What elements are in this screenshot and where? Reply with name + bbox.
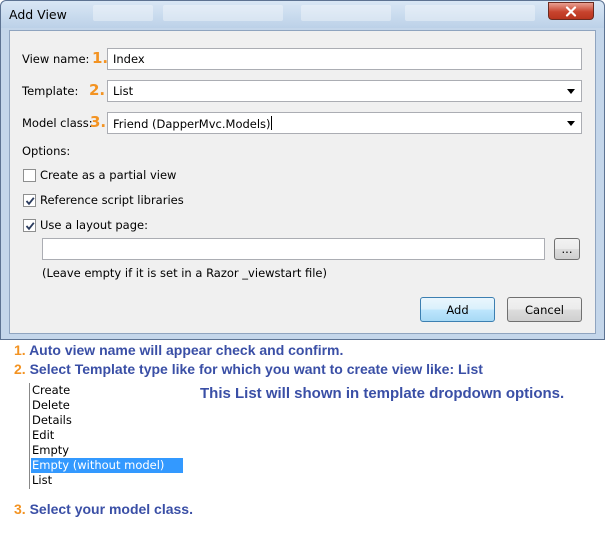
partial-view-label: Create as a partial view (40, 168, 177, 182)
list-item[interactable]: Delete (31, 398, 183, 413)
cancel-button[interactable]: Cancel (507, 297, 582, 322)
marker-three: 3. (90, 113, 107, 131)
view-name-input[interactable]: Index (107, 48, 582, 70)
list-note: This List will shown in template dropdow… (200, 385, 565, 402)
title-bar[interactable]: Add View (1, 1, 604, 28)
background-tab (405, 5, 535, 21)
browse-label: ... (561, 242, 573, 256)
model-class-dropdown[interactable]: Friend (DapperMvc.Models) (107, 112, 582, 134)
browse-button[interactable]: ... (554, 238, 580, 260)
close-button[interactable] (548, 2, 594, 20)
chevron-down-icon (567, 121, 575, 126)
text-caret (270, 116, 272, 130)
partial-view-checkbox[interactable] (23, 169, 36, 182)
script-libraries-label: Reference script libraries (40, 193, 184, 207)
list-item-selected[interactable]: Empty (without model) (31, 458, 183, 473)
template-options-list: Create Delete Details Edit Empty Empty (… (29, 383, 185, 489)
layout-hint: (Leave empty if it is set in a Razor _vi… (42, 266, 327, 280)
instruction-step-1: 1. Auto view name will appear check and … (14, 342, 343, 358)
add-button-label: Add (446, 302, 469, 317)
instruction-step-2: 2. Select Template type like for which y… (14, 361, 483, 377)
list-item[interactable]: Edit (31, 428, 183, 443)
checkmark-icon (25, 222, 35, 231)
step-3-number: 3. (14, 501, 26, 517)
script-libraries-checkbox[interactable] (23, 194, 36, 207)
layout-page-label: Use a layout page: (40, 218, 148, 232)
template-dropdown[interactable]: List (107, 80, 582, 102)
list-item[interactable]: Create (31, 383, 183, 398)
instruction-step-3: 3. Select your model class. (14, 501, 193, 517)
layout-page-checkbox[interactable] (23, 219, 36, 232)
view-name-value: Index (113, 52, 145, 66)
template-value: List (113, 84, 134, 98)
dialog-title: Add View (9, 7, 67, 22)
step-1-text: Auto view name will appear check and con… (29, 342, 344, 358)
background-tab (301, 5, 391, 21)
checkmark-icon (25, 197, 35, 206)
background-tab (163, 5, 283, 21)
background-tab (93, 5, 153, 21)
view-name-label: View name: (22, 52, 90, 66)
step-2-text: Select Template type like for which you … (29, 361, 483, 377)
step-2-number: 2. (14, 361, 26, 377)
dialog-body: View name: 1. Index Template: 2. List Mo… (9, 30, 596, 334)
marker-two: 2. (89, 81, 106, 99)
list-item[interactable]: List (31, 473, 183, 488)
add-button[interactable]: Add (420, 297, 495, 322)
add-view-dialog: Add View View name: 1. Index Template: 2… (0, 0, 605, 340)
layout-page-input[interactable] (42, 238, 545, 260)
template-label: Template: (22, 84, 79, 98)
model-class-label: Model class: (22, 116, 93, 130)
chevron-down-icon (567, 89, 575, 94)
model-class-value: Friend (DapperMvc.Models) (113, 117, 271, 131)
cancel-button-label: Cancel (525, 302, 564, 317)
list-item[interactable]: Empty (31, 443, 183, 458)
list-item[interactable]: Details (31, 413, 183, 428)
step-1-number: 1. (14, 342, 26, 358)
options-label: Options: (22, 144, 71, 158)
marker-one: 1. (92, 49, 109, 67)
step-3-text: Select your model class. (29, 501, 193, 517)
close-x-icon (565, 5, 577, 17)
